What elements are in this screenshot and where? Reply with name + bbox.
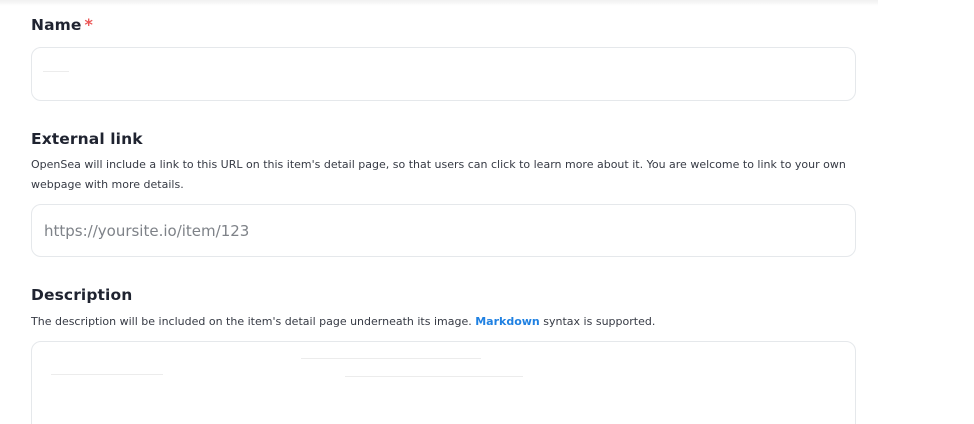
- header-shadow: [0, 0, 878, 6]
- description-help-text: The description will be included on the …: [31, 312, 857, 332]
- markdown-link[interactable]: Markdown: [475, 315, 540, 328]
- name-label: Name: [31, 16, 82, 34]
- external-link-label: External link: [31, 130, 143, 148]
- name-field[interactable]: [31, 47, 856, 101]
- required-asterisk: *: [84, 15, 93, 34]
- description-label: Description: [31, 286, 133, 304]
- description-help-after: syntax is supported.: [543, 315, 656, 328]
- description-blurred-line-1: [51, 374, 163, 375]
- name-input[interactable]: [32, 48, 855, 100]
- external-link-help-text: OpenSea will include a link to this URL …: [31, 158, 846, 191]
- description-blurred-line-2: [301, 358, 481, 359]
- external-link-field[interactable]: [31, 204, 856, 257]
- description-blurred-line-3: [345, 376, 523, 377]
- create-item-form-page: Name * External link OpenSea will include…: [0, 0, 974, 424]
- name-input-blurred-text: [43, 71, 69, 72]
- name-section: Name *: [31, 15, 93, 35]
- external-link-input[interactable]: [32, 205, 855, 256]
- description-help-before: The description will be included on the …: [31, 315, 472, 328]
- description-textarea[interactable]: [31, 341, 856, 424]
